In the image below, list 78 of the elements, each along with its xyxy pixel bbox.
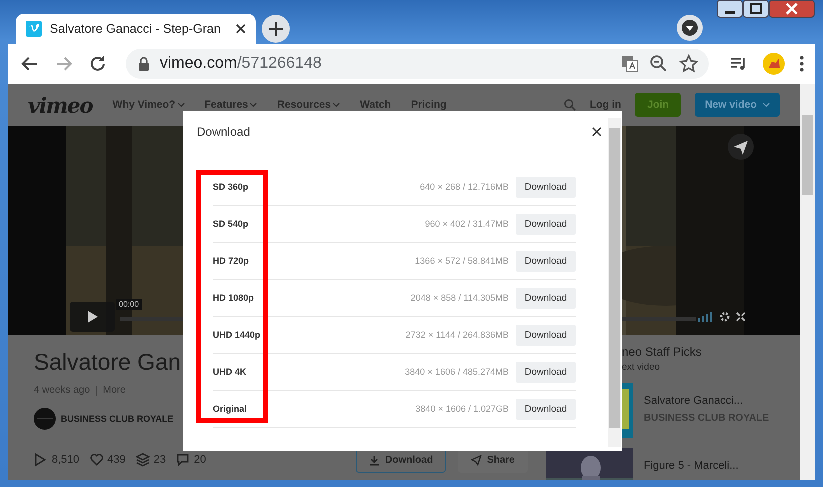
resolution-size: 640 × 268 / 12.716MB: [419, 182, 510, 192]
tab-title: Salvatore Ganacci - Step-Gran: [50, 22, 222, 36]
stat-count: 23: [154, 454, 166, 466]
close-window-icon[interactable]: [769, 0, 815, 18]
quality-label: Original: [213, 404, 248, 414]
quality-label: HD 720p: [213, 256, 250, 266]
translate-icon[interactable]: [621, 55, 639, 73]
download-button[interactable]: Download: [516, 214, 576, 234]
heart-icon: [90, 453, 104, 467]
quality-label: UHD 4K: [213, 367, 248, 377]
video-link[interactable]: Figure 5 - Marceli...: [644, 460, 739, 472]
quality-label: SD 360p: [213, 182, 250, 192]
close-icon[interactable]: [592, 127, 602, 137]
stat-count: 20: [194, 454, 206, 466]
site-logo[interactable]: vimeo: [28, 92, 93, 118]
nav-link[interactable]: Features: [204, 99, 258, 111]
dialog-title: Download: [197, 125, 250, 139]
menu-icon[interactable]: [799, 55, 805, 73]
play-icon: [34, 453, 48, 467]
star-icon[interactable]: [679, 54, 699, 74]
close-icon[interactable]: [236, 24, 246, 34]
caret-icon: [333, 102, 340, 108]
send-icon[interactable]: [728, 134, 754, 160]
download-button[interactable]: Download: [516, 324, 576, 346]
nav-link[interactable]: Resources: [277, 99, 340, 111]
play-button[interactable]: [70, 302, 115, 332]
dialog-scrollbar[interactable]: [608, 118, 621, 447]
stat-count: 8,510: [52, 454, 80, 466]
resolution-size: 2048 × 858 / 114.305MB: [410, 293, 510, 303]
download-button[interactable]: Download: [516, 250, 576, 272]
reload-icon[interactable]: [88, 54, 108, 74]
maximize-icon[interactable]: [743, 0, 769, 18]
caret-icon: [250, 102, 258, 108]
resolution-size: 3840 × 1606 / 485.274MB: [404, 367, 510, 377]
resolution-size: 3840 × 1606 / 1.027GB: [414, 404, 510, 414]
lock-icon: [138, 57, 150, 71]
caret-icon: [763, 102, 770, 108]
login-link[interactable]: Log in: [590, 99, 622, 111]
caret-icon: [178, 102, 185, 108]
play-icon: [86, 310, 98, 324]
download-button[interactable]: Download: [516, 398, 576, 420]
download-icon: [369, 454, 380, 466]
download-button[interactable]: Download: [516, 288, 576, 308]
channel-avatar-icon: [34, 408, 56, 430]
layers-icon: [136, 453, 150, 467]
channel-name[interactable]: BUSINESS CLUB ROYALE: [61, 414, 174, 424]
volume-icon[interactable]: [698, 312, 714, 322]
quality-label: UHD 1440p: [213, 330, 262, 340]
fullscreen-icon[interactable]: [736, 312, 746, 322]
download-button[interactable]: Download: [516, 176, 576, 198]
page-scrollbar[interactable]: [800, 84, 815, 480]
address-url: vimeo.com/571266148: [160, 55, 323, 73]
address-bar[interactable]: vimeo.com/571266148: [126, 49, 709, 79]
zoom-out-icon[interactable]: [649, 54, 669, 74]
nav-link[interactable]: Watch: [360, 99, 392, 111]
resolution-size: 1366 × 572 / 58.841MB: [414, 256, 510, 266]
sidebar-heading: neo Staff Picks: [621, 345, 703, 359]
download-button[interactable]: Download: [516, 362, 576, 382]
nav-link[interactable]: Pricing: [411, 99, 447, 111]
tab-search-icon[interactable]: [676, 14, 704, 42]
profile-avatar-icon[interactable]: [763, 53, 785, 75]
stat-count: 439: [108, 454, 126, 466]
resolution-size: 2732 × 1144 / 264.836MB: [404, 330, 510, 340]
site-favicon-icon: [26, 21, 42, 37]
send-icon: [471, 454, 482, 466]
video-link[interactable]: Salvatore Ganacci...: [644, 395, 770, 407]
settings-icon[interactable]: [720, 312, 730, 322]
new-video-button[interactable]: New video: [695, 93, 780, 117]
time-label: 00:00: [116, 299, 142, 310]
video-title: Salvatore Gan: [34, 349, 182, 377]
quality-label: HD 1080p: [213, 293, 256, 303]
quality-label: SD 540p: [213, 219, 250, 229]
resolution-size: 960 × 402 / 31.47MB: [424, 219, 510, 229]
nav-link[interactable]: Why Vimeo?: [112, 99, 185, 111]
minimize-icon[interactable]: [717, 0, 743, 18]
comment-icon: [176, 453, 190, 467]
new-tab-icon[interactable]: [262, 15, 290, 43]
browser-tab[interactable]: Salvatore Ganacci - Step-Gran: [16, 14, 256, 44]
